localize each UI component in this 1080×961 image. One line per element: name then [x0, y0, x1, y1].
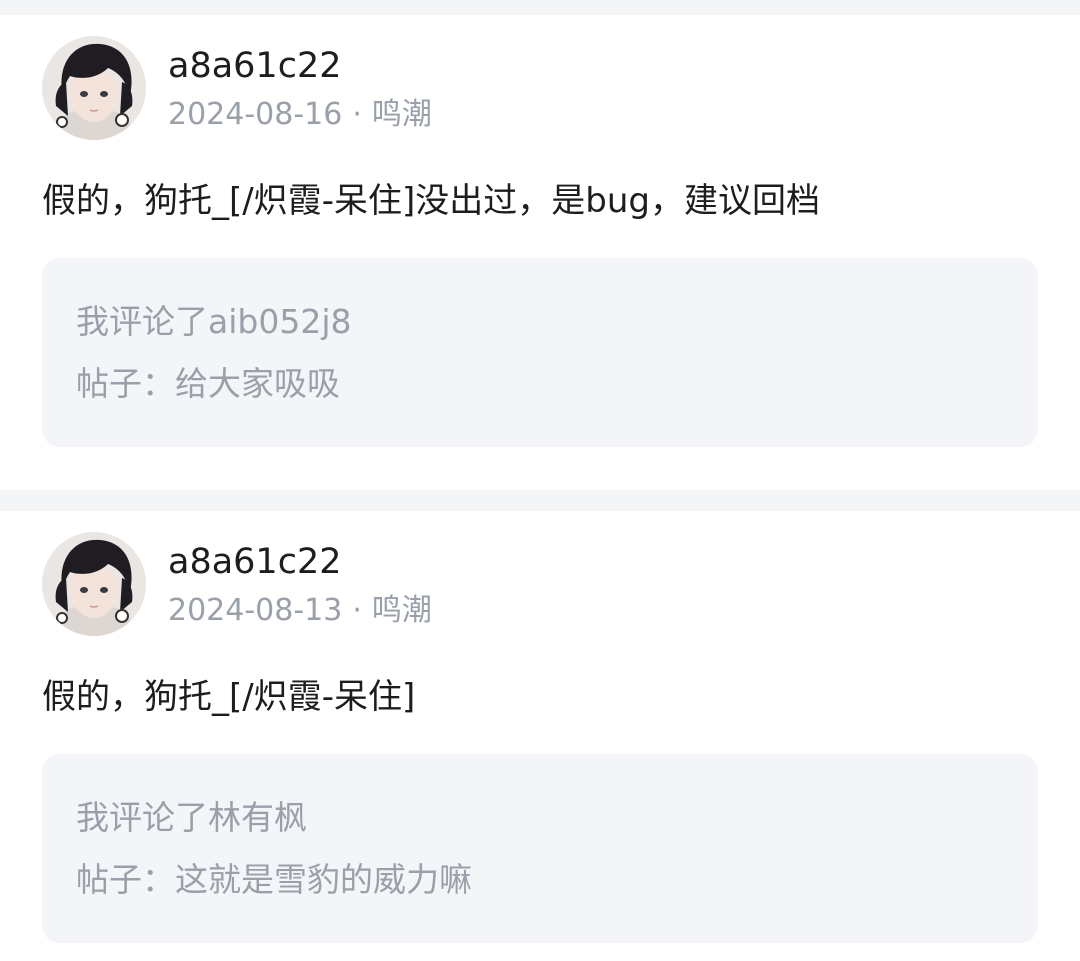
- post-title: 帖子：给大家吸吸: [76, 364, 340, 403]
- username[interactable]: a8a61c22: [168, 541, 341, 583]
- avatar[interactable]: [42, 532, 146, 636]
- referenced-post[interactable]: 我评论了aib052j8 帖子：给大家吸吸: [42, 258, 1038, 447]
- meta-separator: ·: [352, 97, 362, 132]
- reply-target: 我评论了aib052j8: [76, 302, 352, 341]
- avatar-image: [42, 532, 146, 636]
- game-name[interactable]: 鸣潮: [372, 97, 432, 132]
- comment-feed: a8a61c22 2024-08-16 · 鸣潮 假的，狗托_[/炽霞-呆住]没出过…: [0, 0, 1080, 961]
- post-date: 2024-08-13: [168, 593, 343, 628]
- reply-target: 我评论了林有枫: [76, 798, 307, 837]
- post-date: 2024-08-16: [168, 97, 343, 132]
- comment-text: 假的，狗托_[/炽霞-呆住]没出过，是bug，建议回档: [42, 181, 820, 221]
- comment-card[interactable]: a8a61c22 2024-08-13 · 鸣潮 假的，狗托_[/炽霞-呆住] 我评…: [0, 511, 1080, 961]
- meta-separator: ·: [352, 593, 362, 628]
- post-meta: 2024-08-16 · 鸣潮: [168, 97, 432, 133]
- referenced-post[interactable]: 我评论了林有枫 帖子：这就是雪豹的威力嘛: [42, 754, 1038, 943]
- post-meta: 2024-08-13 · 鸣潮: [168, 593, 432, 629]
- game-name[interactable]: 鸣潮: [372, 593, 432, 628]
- avatar-image: [42, 36, 146, 140]
- avatar[interactable]: [42, 36, 146, 140]
- comment-card[interactable]: a8a61c22 2024-08-16 · 鸣潮 假的，狗托_[/炽霞-呆住]没出过…: [0, 15, 1080, 490]
- post-title: 帖子：这就是雪豹的威力嘛: [76, 860, 472, 899]
- username[interactable]: a8a61c22: [168, 45, 341, 87]
- comment-text: 假的，狗托_[/炽霞-呆住]: [42, 677, 416, 717]
